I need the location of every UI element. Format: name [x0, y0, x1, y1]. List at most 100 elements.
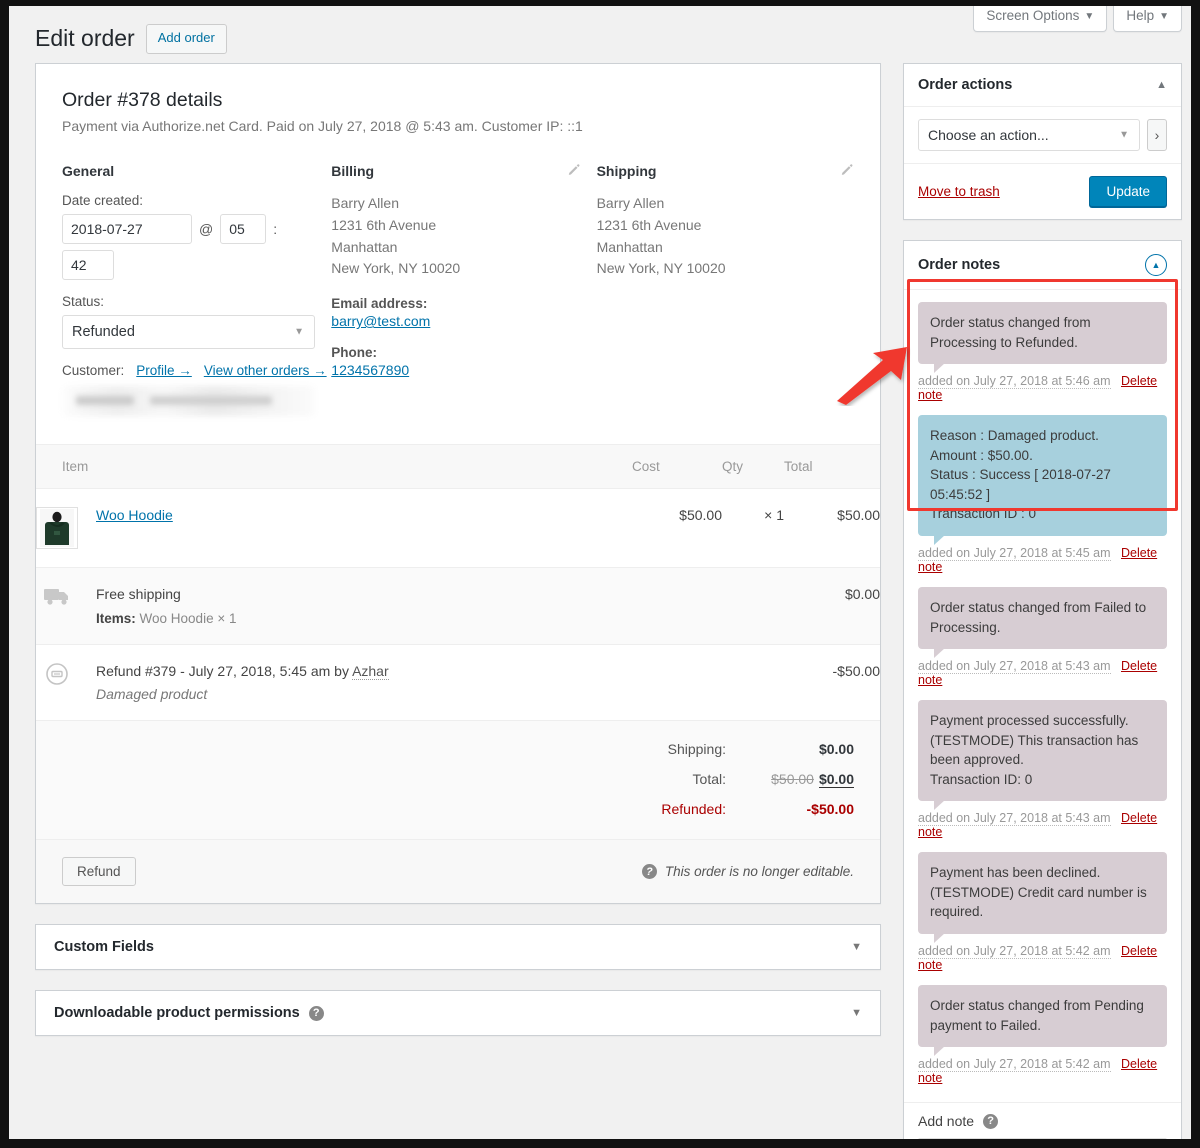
total-label: Total: — [692, 771, 726, 788]
billing-heading: Billing — [331, 163, 375, 180]
note-content: Payment processed successfully. (TESTMOD… — [918, 700, 1167, 811]
refund-button[interactable]: Refund — [62, 857, 136, 887]
screenshot-root: Screen Options ▼ Help ▼ Edit order Add ord… — [0, 0, 1200, 1148]
custom-fields-panel[interactable]: Custom Fields ▼ — [35, 924, 881, 971]
refund-author-link[interactable]: Azhar — [352, 663, 389, 681]
total-label: Shipping: — [667, 741, 726, 758]
billing-address: Barry Allen 1231 6th Avenue Manhattan Ne… — [331, 195, 461, 277]
collapse-toggle-icon[interactable]: ▲ — [1145, 254, 1167, 276]
product-cost: $50.00 — [632, 488, 722, 569]
billing-column: Billing Barry Allen 1231 6th Avenue Manh… — [331, 163, 596, 416]
note-timestamp: added on July 27, 2018 at 5:43 am — [918, 811, 1111, 827]
table-row: Refund #379 - July 27, 2018, 5:45 am by … — [36, 644, 880, 722]
list-item: Reason : Damaged product. Amount : $50.0… — [918, 415, 1167, 574]
refund-line-text: Refund #379 - July 27, 2018, 5:45 am by — [96, 663, 353, 680]
list-item: Payment has been declined. (TESTMODE) Cr… — [918, 852, 1167, 972]
add-note-label: Add note — [918, 1113, 975, 1130]
customer-profile-link[interactable]: Profile → — [136, 363, 192, 378]
general-heading: General — [62, 163, 115, 180]
add-note-section: Add note ? Private note ▼ Add — [904, 1102, 1181, 1139]
apply-action-button[interactable]: › — [1147, 119, 1167, 151]
status-label: Status: — [62, 294, 105, 310]
refund-icon — [36, 663, 78, 686]
collapse-toggle-icon[interactable]: ▲ — [1156, 79, 1167, 91]
total-value: $0.00 — [818, 741, 854, 758]
order-totals: Shipping: $0.00 Total: $50.00 $0.00 Refun… — [36, 721, 880, 840]
order-minute-input[interactable] — [62, 250, 114, 281]
order-actions-panel: Order actions ▲ Choose an action... ▼ › … — [903, 63, 1182, 220]
customer-label: Customer: — [62, 363, 125, 379]
help-icon[interactable]: ? — [983, 1113, 999, 1129]
order-data-panel: Order #378 details Payment via Authorize… — [35, 63, 881, 905]
product-name-link[interactable]: Woo Hoodie — [96, 507, 173, 523]
help-icon[interactable]: ? — [308, 1005, 324, 1021]
order-status-select[interactable]: Refunded — [62, 315, 315, 350]
total-label: Refunded: — [661, 801, 726, 818]
product-total: $50.00 — [784, 488, 880, 569]
note-timestamp: added on July 27, 2018 at 5:46 am — [918, 374, 1111, 390]
order-notes-panel: Order notes ▲ Order status changed from … — [903, 240, 1182, 1139]
note-timestamp: added on July 27, 2018 at 5:42 am — [918, 1057, 1111, 1073]
chevron-down-icon: ▼ — [1084, 11, 1095, 22]
list-item: Payment processed successfully. (TESTMOD… — [918, 700, 1167, 839]
list-item: Order status changed from Pending paymen… — [918, 985, 1167, 1085]
total-old-value: $50.00 — [771, 771, 814, 788]
table-row: Free shipping Items: Woo Hoodie × 1 $0.0… — [36, 567, 880, 646]
billing-email-link[interactable]: barry@test.com — [331, 313, 430, 329]
add-order-button[interactable]: Add order — [145, 24, 227, 54]
order-date-input[interactable] — [62, 214, 192, 245]
order-notes-heading: Order notes — [918, 257, 1001, 273]
general-column: General Date created: @ : Status: — [62, 163, 331, 417]
edit-billing-pencil-icon[interactable] — [566, 163, 581, 178]
note-timestamp: added on July 27, 2018 at 5:45 am — [918, 545, 1111, 561]
billing-phone-label: Phone: — [331, 345, 378, 361]
note-content: Reason : Damaged product. Amount : $50.0… — [918, 415, 1167, 545]
note-content: Order status changed from Processing to … — [918, 302, 1167, 374]
total-row-refunded: Refunded: -$50.00 — [62, 801, 854, 817]
chevron-down-icon[interactable]: ▼ — [851, 1007, 862, 1019]
screen-options-button[interactable]: Screen Options ▼ — [973, 6, 1108, 33]
shipping-method-name: Free shipping — [96, 586, 181, 603]
sidebar-column: Order actions ▲ Choose an action... ▼ › … — [903, 63, 1182, 1139]
total-row-total: Total: $50.00 $0.00 — [62, 771, 854, 789]
shipping-column: Shipping Barry Allen 1231 6th Avenue Man… — [597, 163, 854, 416]
downloadable-permissions-panel[interactable]: Downloadable product permissions ? ▼ — [35, 990, 881, 1037]
column-header-item: Item — [36, 445, 632, 490]
date-created-label: Date created: — [62, 193, 144, 209]
info-icon: ? — [641, 864, 657, 880]
column-header-cost: Cost — [632, 445, 722, 490]
order-items-actions: Refund ? This order is no longer editabl… — [36, 839, 880, 904]
column-header-qty: Qty — [722, 445, 784, 490]
order-status-select-wrap: Refunded ▼ — [62, 315, 315, 350]
chevron-down-icon[interactable]: ▼ — [851, 941, 862, 953]
edit-shipping-pencil-icon[interactable] — [839, 163, 854, 178]
order-items-table: Item Cost Qty Total Woo Hoodie $50.00 × … — [36, 445, 880, 722]
column-header-total: Total — [784, 445, 880, 490]
note-content: Order status changed from Failed to Proc… — [918, 586, 1167, 659]
product-qty: × 1 — [722, 488, 784, 569]
order-actions-heading: Order actions — [918, 77, 1013, 93]
customer-select-redacted[interactable] — [62, 386, 315, 417]
main-column: Order #378 details Payment via Authorize… — [35, 63, 881, 1056]
shipping-truck-icon — [36, 586, 78, 606]
list-item: Order status changed from Processing to … — [918, 302, 1167, 402]
shipping-items-label: Items: — [96, 611, 136, 627]
refund-amount: -$50.00 — [784, 644, 880, 722]
update-button[interactable]: Update — [1089, 176, 1167, 207]
move-to-trash-link[interactable]: Move to trash — [918, 184, 1000, 199]
note-timestamp: added on July 27, 2018 at 5:42 am — [918, 944, 1111, 959]
add-note-textarea[interactable] — [918, 1138, 1167, 1139]
help-button[interactable]: Help ▼ — [1113, 6, 1182, 33]
order-action-select[interactable]: Choose an action... — [918, 119, 1140, 151]
shipping-total: $0.00 — [784, 567, 880, 646]
order-hour-input[interactable] — [220, 214, 267, 245]
product-thumbnail — [36, 507, 78, 550]
help-label: Help — [1126, 8, 1155, 23]
order-notes-list: Order status changed from Processing to … — [904, 290, 1181, 1102]
billing-phone-link[interactable]: 1234567890 — [331, 362, 409, 378]
customer-other-orders-link[interactable]: View other orders → — [204, 363, 327, 378]
order-items-section: Item Cost Qty Total Woo Hoodie $50.00 × … — [36, 444, 880, 904]
page-header: Edit order Add order — [35, 24, 227, 54]
downloadable-permissions-title: Downloadable product permissions — [54, 1005, 300, 1022]
refund-reason: Damaged product — [96, 686, 208, 703]
